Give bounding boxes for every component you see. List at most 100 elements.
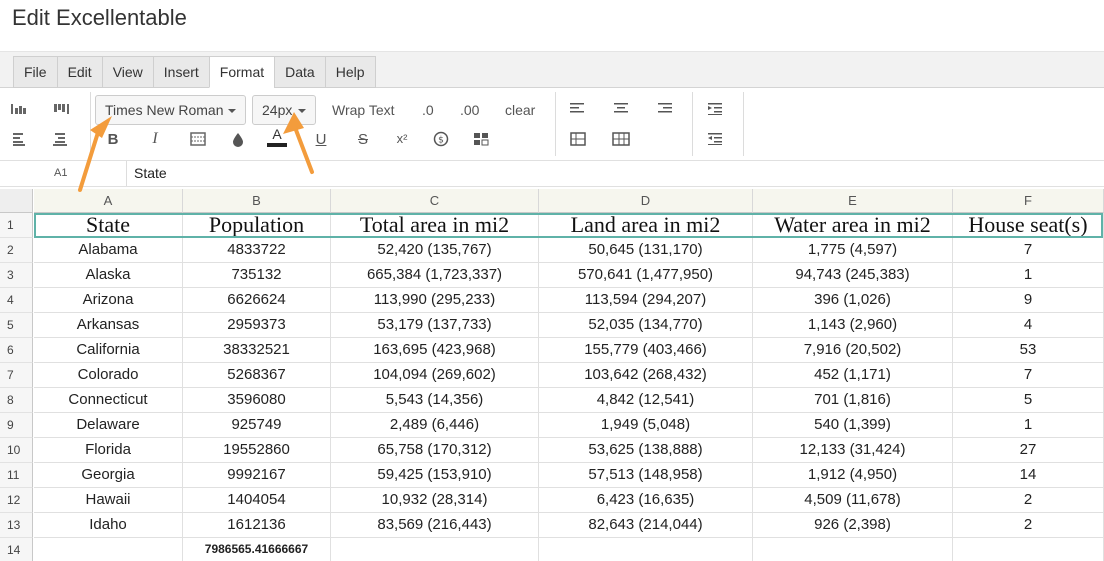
- table-cell[interactable]: 6,423 (16,635): [539, 488, 753, 513]
- row-number[interactable]: 13: [0, 513, 33, 538]
- wrap-text-button[interactable]: Wrap Text: [332, 102, 395, 118]
- row-number[interactable]: 1: [0, 213, 33, 238]
- column-header-a[interactable]: A: [34, 189, 183, 213]
- number-format-icon[interactable]: [470, 128, 492, 150]
- column-header-f[interactable]: F: [953, 189, 1104, 213]
- bold-button[interactable]: B: [102, 128, 124, 150]
- header-cell[interactable]: House seat(s): [953, 213, 1104, 238]
- table-grid-icon[interactable]: [610, 128, 632, 150]
- menu-tab-file[interactable]: File: [13, 56, 57, 88]
- menu-tab-view[interactable]: View: [101, 56, 153, 88]
- font-size-dropdown[interactable]: 24px: [252, 95, 316, 125]
- table-cell[interactable]: 38332521: [183, 338, 331, 363]
- table-cell[interactable]: 2959373: [183, 313, 331, 338]
- table-cell[interactable]: Arizona: [34, 288, 183, 313]
- strikethrough-button[interactable]: S: [352, 128, 374, 150]
- table-cell[interactable]: Alabama: [34, 238, 183, 263]
- table-cell[interactable]: 113,594 (294,207): [539, 288, 753, 313]
- header-cell[interactable]: Water area in mi2: [753, 213, 953, 238]
- currency-icon[interactable]: $: [430, 128, 452, 150]
- table-cell[interactable]: 104,094 (269,602): [331, 363, 539, 388]
- row-number[interactable]: 10: [0, 438, 33, 463]
- table-cell[interactable]: 1,912 (4,950): [753, 463, 953, 488]
- row-number[interactable]: 7: [0, 363, 33, 388]
- table-cell[interactable]: 82,643 (214,044): [539, 513, 753, 538]
- table-cell[interactable]: [753, 538, 953, 561]
- header-cell[interactable]: Land area in mi2: [539, 213, 753, 238]
- select-all-corner[interactable]: [0, 189, 33, 213]
- table-cell[interactable]: 7: [953, 238, 1104, 263]
- font-family-dropdown[interactable]: Times New Roman: [95, 95, 246, 125]
- table-cell[interactable]: 925749: [183, 413, 331, 438]
- row-number[interactable]: 14: [0, 538, 33, 561]
- table-cell[interactable]: 4: [953, 313, 1104, 338]
- menu-tab-insert[interactable]: Insert: [152, 56, 209, 88]
- table-cell[interactable]: 5268367: [183, 363, 331, 388]
- table-cell[interactable]: California: [34, 338, 183, 363]
- table-cell[interactable]: 163,695 (423,968): [331, 338, 539, 363]
- insert-column-left-icon[interactable]: [8, 128, 30, 150]
- indent-decrease-icon[interactable]: [705, 128, 727, 150]
- table-cell[interactable]: 926 (2,398): [753, 513, 953, 538]
- column-header-d[interactable]: D: [539, 189, 753, 213]
- insert-row-above-icon[interactable]: [8, 98, 30, 120]
- decrease-decimal-button[interactable]: .0: [422, 102, 434, 118]
- borders-icon[interactable]: [187, 128, 209, 150]
- insert-row-below-icon[interactable]: [50, 98, 72, 120]
- table-cell[interactable]: 5: [953, 388, 1104, 413]
- table-cell[interactable]: 9: [953, 288, 1104, 313]
- table-cell[interactable]: 1404054: [183, 488, 331, 513]
- row-number[interactable]: 8: [0, 388, 33, 413]
- table-cell[interactable]: 4833722: [183, 238, 331, 263]
- table-cell[interactable]: Connecticut: [34, 388, 183, 413]
- align-center-icon[interactable]: [610, 98, 632, 120]
- table-cell[interactable]: 94,743 (245,383): [753, 263, 953, 288]
- table-cell[interactable]: 4,842 (12,541): [539, 388, 753, 413]
- table-cell[interactable]: 52,420 (135,767): [331, 238, 539, 263]
- header-cell[interactable]: State: [34, 213, 183, 238]
- table-cell[interactable]: [331, 538, 539, 561]
- table-cell[interactable]: Arkansas: [34, 313, 183, 338]
- table-cell[interactable]: 5,543 (14,356): [331, 388, 539, 413]
- menu-tab-format[interactable]: Format: [208, 56, 275, 88]
- align-left-icon[interactable]: [567, 98, 589, 120]
- row-number[interactable]: 11: [0, 463, 33, 488]
- table-cell[interactable]: 53: [953, 338, 1104, 363]
- cell-reference[interactable]: A1: [0, 161, 127, 186]
- table-cell[interactable]: 7986565.41666667: [183, 538, 331, 561]
- table-cell[interactable]: 7: [953, 363, 1104, 388]
- menu-tab-edit[interactable]: Edit: [56, 56, 102, 88]
- table-cell[interactable]: 701 (1,816): [753, 388, 953, 413]
- table-cell[interactable]: 57,513 (148,958): [539, 463, 753, 488]
- table-cell[interactable]: 396 (1,026): [753, 288, 953, 313]
- table-cell[interactable]: 14: [953, 463, 1104, 488]
- table-cell[interactable]: 113,990 (295,233): [331, 288, 539, 313]
- row-number[interactable]: 5: [0, 313, 33, 338]
- table-cell[interactable]: [539, 538, 753, 561]
- table-cell[interactable]: 59,425 (153,910): [331, 463, 539, 488]
- table-cell[interactable]: 9992167: [183, 463, 331, 488]
- insert-column-right-icon[interactable]: [50, 128, 72, 150]
- column-header-c[interactable]: C: [331, 189, 539, 213]
- formula-input[interactable]: State: [128, 161, 1104, 186]
- table-cell[interactable]: 2: [953, 488, 1104, 513]
- table-cell[interactable]: Alaska: [34, 263, 183, 288]
- table-cell[interactable]: Delaware: [34, 413, 183, 438]
- table-cell[interactable]: 3596080: [183, 388, 331, 413]
- merge-cells-icon[interactable]: [567, 128, 589, 150]
- italic-button[interactable]: I: [144, 128, 166, 150]
- table-cell[interactable]: 735132: [183, 263, 331, 288]
- table-cell[interactable]: 103,642 (268,432): [539, 363, 753, 388]
- table-cell[interactable]: [34, 538, 183, 561]
- table-cell[interactable]: 665,384 (1,723,337): [331, 263, 539, 288]
- table-cell[interactable]: 540 (1,399): [753, 413, 953, 438]
- table-cell[interactable]: 50,645 (131,170): [539, 238, 753, 263]
- indent-increase-icon[interactable]: [705, 98, 727, 120]
- row-number[interactable]: 6: [0, 338, 33, 363]
- table-cell[interactable]: 7,916 (20,502): [753, 338, 953, 363]
- table-cell[interactable]: 1: [953, 263, 1104, 288]
- header-cell[interactable]: Population: [183, 213, 331, 238]
- table-cell[interactable]: 1,775 (4,597): [753, 238, 953, 263]
- clear-format-button[interactable]: clear: [505, 102, 535, 118]
- font-color-button[interactable]: A: [266, 126, 288, 148]
